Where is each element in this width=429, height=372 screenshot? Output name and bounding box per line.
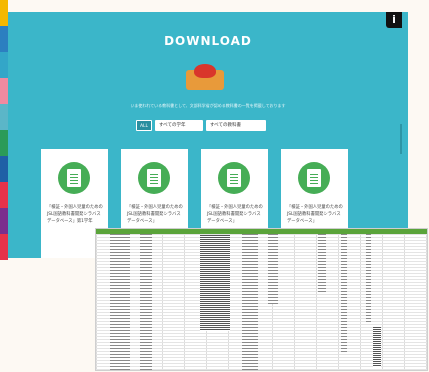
page-title: DOWNLOAD (164, 34, 252, 48)
spreadsheet-icon (58, 162, 90, 194)
scrollbar[interactable] (400, 124, 402, 154)
spreadsheet-icon (138, 162, 170, 194)
spreadsheet-preview (95, 228, 428, 371)
left-strip-segment (0, 104, 8, 130)
left-strip-segment (0, 26, 8, 52)
filter-bar: ALL すべての学年 すべての教科書 (136, 120, 266, 131)
spreadsheet-icon (218, 162, 250, 194)
spreadsheet-column (268, 234, 278, 304)
grade-select[interactable]: すべての学年 (155, 120, 203, 131)
card-text: 「検証・外国人児童のためのJSL国語教科書開発シラバスデータベース」 (287, 205, 343, 224)
card-text: 「検証・外国人児童のためのJSL国語教科書開発シラバスデータベース」 (207, 205, 263, 224)
spreadsheet-column (318, 234, 326, 294)
subject-select[interactable]: すべての教科書 (206, 120, 266, 131)
spreadsheet-column-id (110, 234, 130, 370)
spreadsheet-text-block (200, 235, 230, 331)
left-strip-segment (0, 234, 8, 260)
spreadsheet-column (140, 234, 152, 370)
panel-subtitle: いま使われている教科書として、文部科学省が認める教科書の一覧を掲載しております (130, 103, 286, 108)
left-strip-segment (0, 0, 8, 26)
red-button-icon[interactable] (194, 64, 216, 78)
left-strip-segment (0, 130, 8, 156)
spreadsheet-column (341, 234, 347, 354)
download-panel: i DOWNLOAD いま使われている教科書として、文部科学省が認める教科書の一… (8, 12, 408, 258)
left-strip-segment (0, 78, 8, 104)
spreadsheet-column (366, 234, 371, 324)
spreadsheet-text-block (373, 327, 381, 367)
left-strip-segment (0, 182, 8, 208)
left-strip-segment (0, 52, 8, 78)
page: i DOWNLOAD いま使われている教科書として、文部科学省が認める教科書の一… (0, 0, 429, 372)
left-strip-segment (0, 208, 8, 234)
card-text: 「検証・外国人児童のためのJSL国語教科書開発シラバスデータベース」第1学年 (47, 205, 103, 224)
left-color-strip (0, 0, 8, 260)
filter-all-button[interactable]: ALL (136, 120, 152, 131)
left-strip-segment (0, 156, 8, 182)
info-icon[interactable]: i (386, 12, 402, 28)
spreadsheet-column (242, 234, 258, 370)
spreadsheet-icon (298, 162, 330, 194)
card-text: 「検証・外国人児童のためのJSL国語教科書開発シラバスデータベース」 (127, 205, 183, 224)
